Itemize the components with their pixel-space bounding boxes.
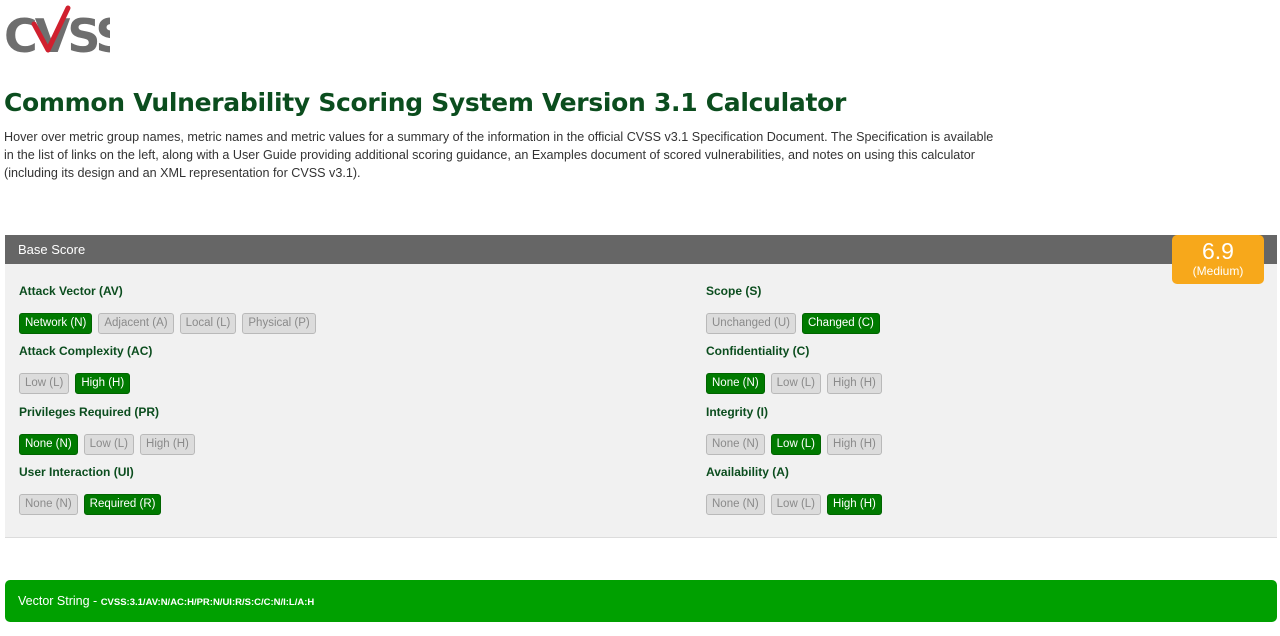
metric-name-user-interaction[interactable]: User Interaction (UI) xyxy=(19,464,161,480)
metric-name-integrity[interactable]: Integrity (I) xyxy=(706,404,882,420)
metric-options-privileges-required: None (N) Low (L) High (H) xyxy=(19,434,195,455)
metric-scope: Scope (S) Unchanged (U) Changed (C) xyxy=(706,283,880,334)
metric-options-integrity: None (N) Low (L) High (H) xyxy=(706,434,882,455)
attack-complexity-option-low-l[interactable]: Low (L) xyxy=(19,373,70,394)
scope-option-unchanged-u[interactable]: Unchanged (U) xyxy=(706,313,796,334)
severity-label: (Medium) xyxy=(1192,264,1244,278)
intro-text: Hover over metric group names, metric na… xyxy=(4,130,994,180)
base-score-value: 6.9 xyxy=(1202,238,1234,264)
metric-options-attack-vector: Network (N) Adjacent (A) Local (L) Physical… xyxy=(19,313,316,334)
metric-name-attack-vector[interactable]: Attack Vector (AV) xyxy=(19,283,316,299)
page-title: Common Vulnerability Scoring System Vers… xyxy=(4,88,847,117)
privileges-required-option-high-h[interactable]: High (H) xyxy=(140,434,195,455)
privileges-required-option-low-l[interactable]: Low (L) xyxy=(83,434,135,455)
confidentiality-option-low-l[interactable]: Low (L) xyxy=(770,373,822,394)
availability-option-none-n[interactable]: None (N) xyxy=(706,494,765,515)
base-score-header[interactable]: Base Score xyxy=(5,235,1277,264)
attack-vector-option-network-n[interactable]: Network (N) xyxy=(19,313,93,334)
metric-options-user-interaction: None (N) Required (R) xyxy=(19,494,162,515)
integrity-option-low-l[interactable]: Low (L) xyxy=(770,434,822,455)
attack-vector-option-adjacent-a[interactable]: Adjacent (A) xyxy=(98,313,174,334)
metric-options-availability: None (N) Low (L) High (H) xyxy=(706,494,882,515)
vector-string-value[interactable]: CVSS:3.1/AV:N/AC:H/PR:N/UI:R/S:C/C:N/I:L… xyxy=(101,597,315,608)
metric-name-confidentiality[interactable]: Confidentiality (C) xyxy=(706,343,882,359)
metric-attack-complexity: Attack Complexity (AC) Low (L) High (H) xyxy=(19,343,152,394)
confidentiality-option-high-h[interactable]: High (H) xyxy=(827,373,882,394)
user-interaction-option-required-r[interactable]: Required (R) xyxy=(83,494,162,515)
metric-name-privileges-required[interactable]: Privileges Required (PR) xyxy=(19,404,195,420)
metric-options-confidentiality: None (N) Low (L) High (H) xyxy=(706,373,882,394)
metric-confidentiality: Confidentiality (C) None (N) Low (L) High (… xyxy=(706,343,882,394)
metric-availability: Availability (A) None (N) Low (L) High (H) xyxy=(706,464,882,515)
attack-vector-option-physical-p[interactable]: Physical (P) xyxy=(242,313,316,334)
metric-privileges-required: Privileges Required (PR) None (N) Low (L) H… xyxy=(19,404,195,455)
confidentiality-option-none-n[interactable]: None (N) xyxy=(706,373,765,394)
attack-vector-option-local-l[interactable]: Local (L) xyxy=(179,313,237,334)
base-score-panel: Base Score Attack Vector (AV) Network (N)… xyxy=(5,235,1277,538)
cvss-logo: CVSS xyxy=(4,5,110,58)
integrity-option-none-n[interactable]: None (N) xyxy=(706,434,765,455)
attack-complexity-option-high-h[interactable]: High (H) xyxy=(75,373,131,394)
integrity-option-high-h[interactable]: High (H) xyxy=(827,434,882,455)
metric-name-scope[interactable]: Scope (S) xyxy=(706,283,880,299)
metric-options-scope: Unchanged (U) Changed (C) xyxy=(706,313,880,334)
privileges-required-option-none-n[interactable]: None (N) xyxy=(19,434,78,455)
availability-option-low-l[interactable]: Low (L) xyxy=(770,494,822,515)
vector-string-label: Vector String - xyxy=(18,594,101,608)
metric-name-availability[interactable]: Availability (A) xyxy=(706,464,882,480)
base-score-badge: 6.9 (Medium) xyxy=(1172,235,1264,284)
vector-string-bar: Vector String - CVSS:3.1/AV:N/AC:H/PR:N/… xyxy=(5,580,1277,622)
metric-options-attack-complexity: Low (L) High (H) xyxy=(19,373,152,394)
metric-integrity: Integrity (I) None (N) Low (L) High (H) xyxy=(706,404,882,455)
scope-option-changed-c[interactable]: Changed (C) xyxy=(801,313,880,334)
metric-user-interaction: User Interaction (UI) None (N) Required (R… xyxy=(19,464,162,515)
availability-option-high-h[interactable]: High (H) xyxy=(827,494,882,515)
metric-name-attack-complexity[interactable]: Attack Complexity (AC) xyxy=(19,343,152,359)
metric-attack-vector: Attack Vector (AV) Network (N) Adjacent (A… xyxy=(19,283,316,334)
user-interaction-option-none-n[interactable]: None (N) xyxy=(19,494,78,515)
